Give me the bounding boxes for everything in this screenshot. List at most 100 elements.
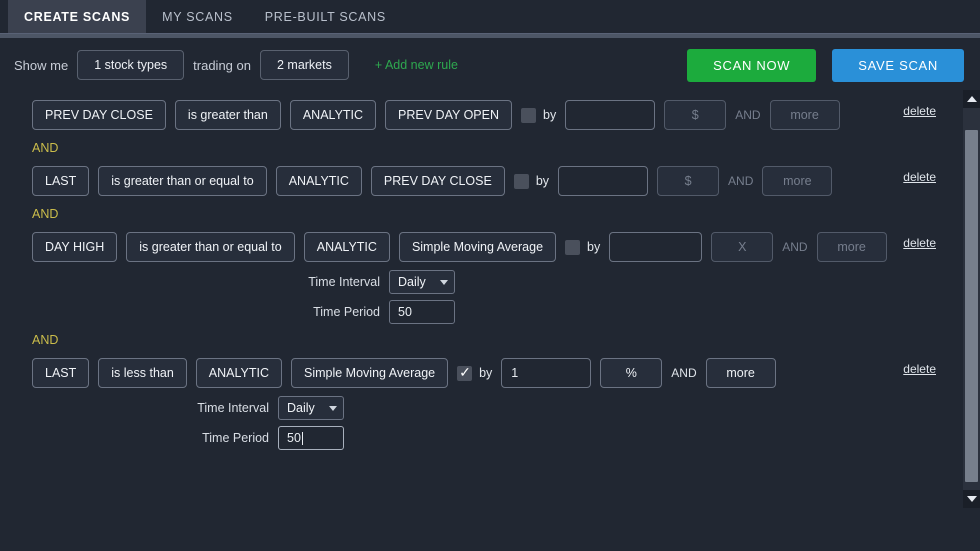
time-period-input[interactable]: 50: [278, 426, 344, 450]
by-label: by: [536, 174, 549, 188]
rule-type[interactable]: ANALYTIC: [196, 358, 282, 388]
time-interval-row: Time Interval Daily: [32, 270, 946, 294]
time-period-label: Time Period: [32, 305, 380, 319]
scroll-up-button[interactable]: [963, 90, 980, 108]
rule-and-label: AND: [735, 108, 760, 122]
rule-separator-and: AND: [32, 141, 946, 155]
rule-operator[interactable]: is greater than or equal to: [98, 166, 266, 196]
rule-separator-and: AND: [32, 333, 946, 347]
rule-right-operand[interactable]: PREV DAY OPEN: [385, 100, 512, 130]
time-period-row: Time Period 50: [32, 426, 946, 450]
rule-more-button[interactable]: more: [817, 232, 887, 262]
rule-offset-checkbox[interactable]: [514, 174, 529, 189]
tab-label: MY SCANS: [162, 10, 233, 24]
rule-offset-value-input[interactable]: [501, 358, 591, 388]
rule-delete-link[interactable]: delete: [903, 236, 936, 250]
by-label: by: [479, 366, 492, 380]
rule-left-operand[interactable]: DAY HIGH: [32, 232, 117, 262]
rule-subparameters: Time Interval Daily Time Period 50: [14, 396, 946, 450]
show-me-label: Show me: [14, 58, 68, 73]
tab-label: CREATE SCANS: [24, 10, 130, 24]
rule-unit-button[interactable]: X: [711, 232, 773, 262]
save-scan-button[interactable]: SAVE SCAN: [832, 49, 964, 82]
rule-type[interactable]: ANALYTIC: [290, 100, 376, 130]
chevron-down-icon: [440, 280, 448, 285]
rule-left-operand[interactable]: PREV DAY CLOSE: [32, 100, 166, 130]
time-interval-value: Daily: [398, 275, 426, 289]
text-cursor: [302, 432, 303, 445]
rules-list: PREV DAY CLOSE is greater than ANALYTIC …: [0, 90, 980, 450]
time-period-input[interactable]: 50: [389, 300, 455, 324]
tab-pre-built-scans[interactable]: PRE-BUILT SCANS: [249, 0, 402, 33]
rule-operator[interactable]: is less than: [98, 358, 187, 388]
time-interval-row: Time Interval Daily: [32, 396, 946, 420]
time-period-value: 50: [287, 431, 301, 445]
scan-now-button[interactable]: SCAN NOW: [687, 49, 816, 82]
scrollbar-thumb[interactable]: [965, 130, 978, 482]
rule-more-button[interactable]: more: [770, 100, 840, 130]
trading-on-label: trading on: [193, 58, 251, 73]
rule-row: DAY HIGH is greater than or equal to ANA…: [14, 230, 946, 324]
rule-right-operand[interactable]: Simple Moving Average: [399, 232, 556, 262]
rule-row: LAST is greater than or equal to ANALYTI…: [14, 164, 946, 198]
rule-and-label: AND: [782, 240, 807, 254]
rule-delete-link[interactable]: delete: [903, 104, 936, 118]
scroll-down-button[interactable]: [963, 490, 980, 508]
rule-offset-checkbox[interactable]: [457, 366, 472, 381]
rule-separator-and: AND: [32, 207, 946, 221]
rule-delete-link[interactable]: delete: [903, 362, 936, 376]
rule-row: LAST is less than ANALYTIC Simple Moving…: [14, 356, 946, 450]
chevron-up-icon: [967, 96, 977, 102]
rule-right-operand[interactable]: PREV DAY CLOSE: [371, 166, 505, 196]
rule-subparameters: Time Interval Daily Time Period 50: [14, 270, 946, 324]
rule-unit-button[interactable]: %: [600, 358, 662, 388]
rule-offset-value-input[interactable]: [609, 232, 702, 262]
add-new-rule-link[interactable]: + Add new rule: [375, 58, 458, 72]
footer-area: [0, 508, 980, 551]
rule-offset-checkbox[interactable]: [565, 240, 580, 255]
rule-and-label: AND: [728, 174, 753, 188]
vertical-scrollbar[interactable]: [963, 90, 980, 508]
rule-controls: LAST is less than ANALYTIC Simple Moving…: [14, 356, 946, 390]
by-label: by: [543, 108, 556, 122]
rule-and-label: AND: [671, 366, 696, 380]
rule-right-operand[interactable]: Simple Moving Average: [291, 358, 448, 388]
rule-controls: LAST is greater than or equal to ANALYTI…: [14, 164, 946, 198]
tab-label: PRE-BUILT SCANS: [265, 10, 386, 24]
tab-create-scans[interactable]: CREATE SCANS: [8, 0, 146, 33]
rule-left-operand[interactable]: LAST: [32, 358, 89, 388]
scan-toolbar: Show me 1 stock types trading on 2 marke…: [0, 38, 980, 90]
rule-controls: PREV DAY CLOSE is greater than ANALYTIC …: [14, 98, 946, 132]
tab-bar: CREATE SCANS MY SCANS PRE-BUILT SCANS: [0, 0, 980, 33]
chevron-down-icon: [329, 406, 337, 411]
rule-type[interactable]: ANALYTIC: [276, 166, 362, 196]
markets-selector[interactable]: 2 markets: [260, 50, 349, 80]
rule-unit-button[interactable]: $: [657, 166, 719, 196]
chevron-down-icon: [967, 496, 977, 502]
rule-delete-link[interactable]: delete: [903, 170, 936, 184]
time-interval-value: Daily: [287, 401, 315, 415]
rule-row: PREV DAY CLOSE is greater than ANALYTIC …: [14, 98, 946, 132]
tab-my-scans[interactable]: MY SCANS: [146, 0, 249, 33]
by-label: by: [587, 240, 600, 254]
rule-more-button[interactable]: more: [762, 166, 832, 196]
rule-offset-checkbox[interactable]: [521, 108, 536, 123]
rule-operator[interactable]: is greater than or equal to: [126, 232, 294, 262]
rule-type[interactable]: ANALYTIC: [304, 232, 390, 262]
time-period-label: Time Period: [32, 431, 269, 445]
time-period-value: 50: [398, 305, 412, 319]
rule-left-operand[interactable]: LAST: [32, 166, 89, 196]
rule-offset-value-input[interactable]: [565, 100, 655, 130]
rule-more-button[interactable]: more: [706, 358, 776, 388]
rule-unit-button[interactable]: $: [664, 100, 726, 130]
time-interval-select[interactable]: Daily: [278, 396, 344, 420]
rule-offset-value-input[interactable]: [558, 166, 648, 196]
time-interval-select[interactable]: Daily: [389, 270, 455, 294]
rule-controls: DAY HIGH is greater than or equal to ANA…: [14, 230, 946, 264]
time-period-row: Time Period 50: [32, 300, 946, 324]
time-interval-label: Time Interval: [32, 401, 269, 415]
time-interval-label: Time Interval: [32, 275, 380, 289]
rules-scroll-area: PREV DAY CLOSE is greater than ANALYTIC …: [0, 90, 980, 508]
rule-operator[interactable]: is greater than: [175, 100, 281, 130]
stock-types-selector[interactable]: 1 stock types: [77, 50, 184, 80]
